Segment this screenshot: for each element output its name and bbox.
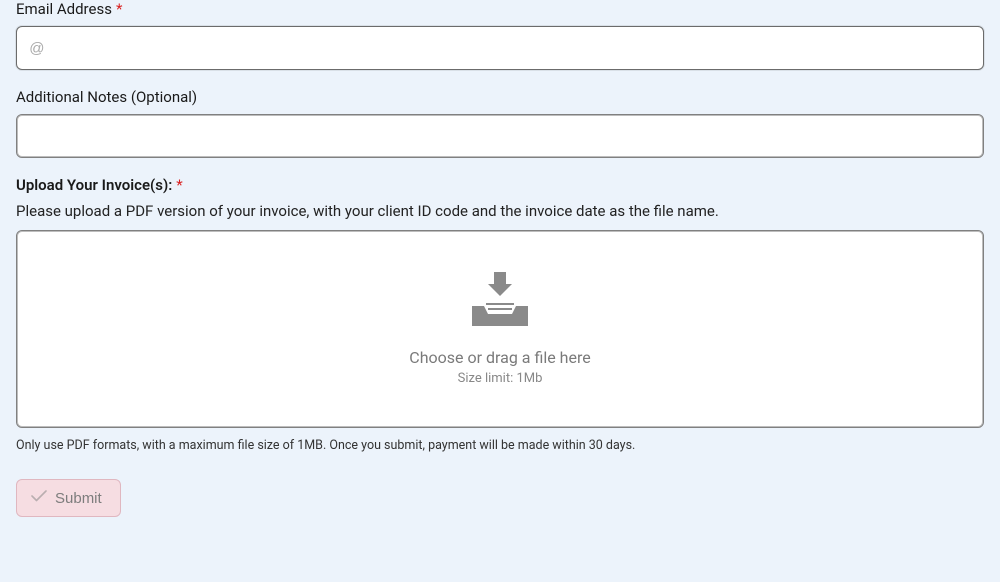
upload-label-row: Upload Your Invoice(s): * — [16, 176, 984, 194]
notes-label-row: Additional Notes (Optional) — [16, 88, 984, 106]
checkmark-icon — [31, 489, 47, 507]
notes-input[interactable] — [16, 114, 984, 158]
email-input-wrapper — [16, 26, 984, 70]
notes-field-group: Additional Notes (Optional) — [16, 88, 984, 158]
upload-footer-note: Only use PDF formats, with a maximum fil… — [16, 438, 984, 453]
upload-prompt-text: Choose or drag a file here — [409, 348, 590, 367]
upload-icon — [466, 272, 534, 334]
upload-limit-text: Size limit: 1Mb — [458, 371, 543, 386]
email-label-row: Email Address * — [16, 0, 984, 18]
file-upload-dropzone[interactable]: Choose or drag a file here Size limit: 1… — [16, 230, 984, 428]
email-label: Email Address — [16, 0, 112, 18]
upload-label: Upload Your Invoice(s): — [16, 176, 172, 194]
notes-label: Additional Notes (Optional) — [16, 88, 197, 106]
submit-row: Submit — [16, 479, 984, 517]
submit-button-label: Submit — [55, 490, 102, 507]
required-marker: * — [176, 176, 182, 194]
upload-help-text: Please upload a PDF version of your invo… — [16, 202, 984, 220]
required-marker: * — [116, 0, 122, 18]
submit-button[interactable]: Submit — [16, 479, 121, 517]
upload-field-group: Upload Your Invoice(s): * Please upload … — [16, 176, 984, 453]
email-field-group: Email Address * — [16, 0, 984, 70]
email-input[interactable] — [16, 26, 984, 70]
